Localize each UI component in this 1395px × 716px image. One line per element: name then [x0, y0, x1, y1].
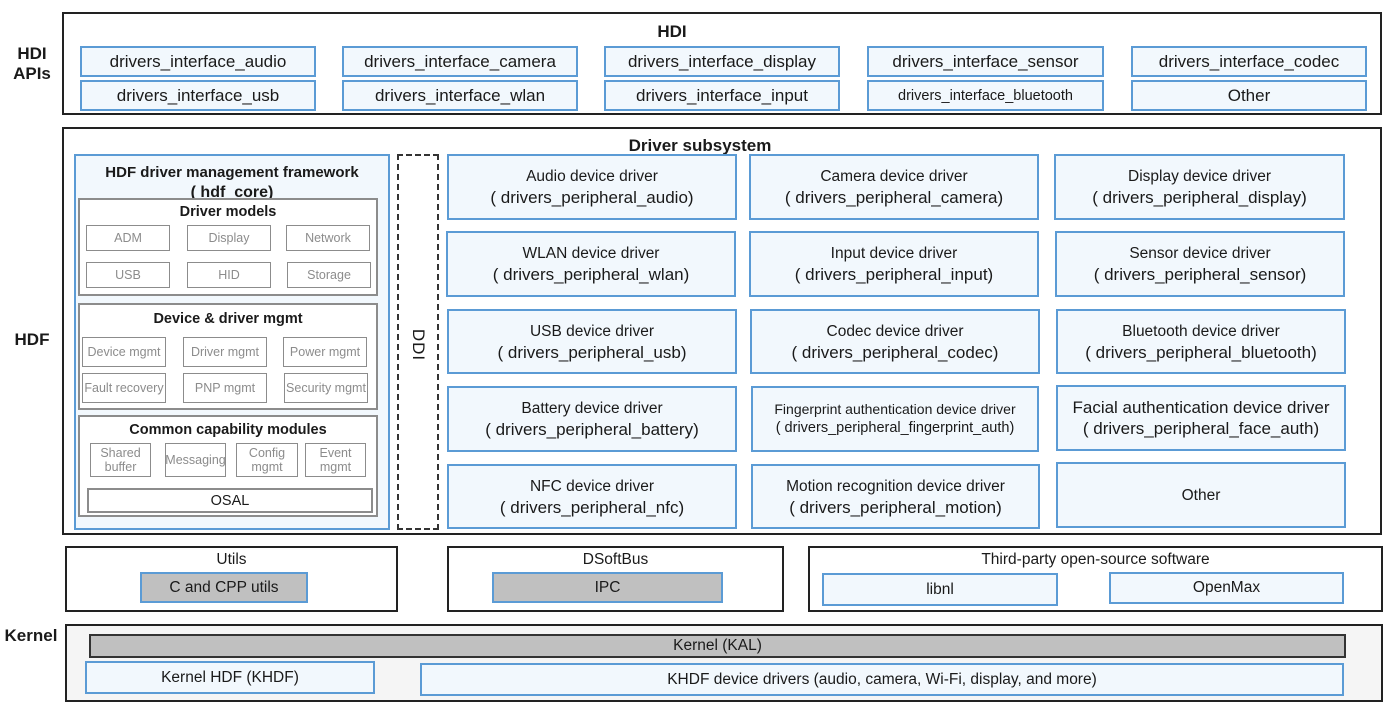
hdi-api-item: drivers_interface_sensor [867, 46, 1104, 77]
driver-box: Input device driver ( drivers_peripheral… [749, 231, 1039, 297]
hdi-api-item: drivers_interface_codec [1131, 46, 1367, 77]
driver-name: NFC device driver [529, 477, 655, 495]
driver-module: ( drivers_peripheral_battery) [485, 420, 699, 439]
driver-module: ( drivers_peripheral_wlan) [492, 265, 690, 284]
driver-module: ( drivers_peripheral_camera) [784, 188, 1004, 207]
hdi-api-item: drivers_interface_display [604, 46, 840, 77]
side-label-hdi-apis-line2: APIs [13, 64, 51, 83]
hdi-api-item: drivers_interface_wlan [342, 80, 578, 111]
driver-box: Facial authentication device driver ( dr… [1056, 385, 1346, 451]
hdf-framework-title-line1: HDF driver management framework [105, 164, 359, 181]
kernel-khdf-drivers: KHDF device drivers (audio, camera, Wi-F… [420, 663, 1344, 696]
mgmt-item: Power mgmt [283, 337, 367, 367]
driver-name: USB device driver [529, 322, 655, 340]
kernel-kal: Kernel (KAL) [89, 634, 1346, 658]
driver-box: Fingerprint authentication device driver… [751, 386, 1039, 452]
driver-model-item: Display [187, 225, 271, 251]
driver-box: Bluetooth device driver ( drivers_periph… [1056, 309, 1346, 374]
driver-name: Facial authentication device driver [1072, 398, 1330, 417]
driver-name: Input device driver [830, 245, 958, 262]
driver-box: Camera device driver ( drivers_periphera… [749, 154, 1039, 220]
mgmt-item: Driver mgmt [183, 337, 267, 367]
driver-name: Fingerprint authentication device driver [774, 401, 1016, 417]
capability-item: Messaging [165, 443, 226, 477]
driver-module: ( drivers_peripheral_motion) [789, 497, 1002, 517]
driver-module: ( drivers_peripheral_fingerprint_auth) [775, 420, 1015, 436]
hdi-api-item: drivers_interface_audio [80, 46, 316, 77]
hdi-api-item: drivers_interface_usb [80, 80, 316, 111]
driver-name: Codec device driver [826, 322, 964, 340]
driver-name: Other [1181, 486, 1221, 504]
hdi-api-item: Other [1131, 80, 1367, 111]
driver-box: Motion recognition device driver ( drive… [751, 464, 1040, 529]
driver-module: ( drivers_peripheral_display) [1092, 188, 1307, 207]
dsoftbus-item: IPC [492, 572, 723, 603]
third-party-item: libnl [822, 573, 1058, 606]
driver-box: Codec device driver ( drivers_peripheral… [750, 309, 1040, 374]
driver-model-item: Network [286, 225, 370, 251]
ddi-label-wrap: DDI [397, 328, 439, 362]
driver-name: Bluetooth device driver [1122, 322, 1280, 340]
driver-box-other: Other [1056, 462, 1346, 528]
driver-model-item: HID [187, 262, 271, 288]
hdf-framework-title: HDF driver management framework ( hdf_co… [76, 163, 388, 203]
utils-item: C and CPP utils [140, 572, 308, 603]
driver-name: Sensor device driver [1129, 245, 1271, 262]
driver-box: Audio device driver ( drivers_peripheral… [447, 154, 737, 220]
driver-model-item: USB [86, 262, 170, 288]
third-party-item: OpenMax [1109, 572, 1344, 604]
driver-models-title: Driver models [179, 204, 277, 220]
side-label-kernel: Kernel [4, 626, 58, 645]
driver-module: ( drivers_peripheral_sensor) [1093, 265, 1307, 284]
mgmt-item: Device mgmt [82, 337, 166, 367]
driver-module: ( drivers_peripheral_audio) [490, 188, 694, 207]
driver-module: ( drivers_peripheral_codec) [791, 342, 999, 362]
kernel-khdf: Kernel HDF (KHDF) [85, 661, 375, 694]
driver-name: Display device driver [1128, 168, 1271, 185]
driver-box: Display device driver ( drivers_peripher… [1054, 154, 1345, 220]
mgmt-item: Fault recovery [82, 373, 166, 403]
device-driver-mgmt-title: Device & driver mgmt [153, 311, 303, 327]
capability-item: Config mgmt [236, 443, 298, 477]
driver-name: Camera device driver [820, 168, 968, 185]
third-party-title: Third-party open-source software [981, 551, 1210, 568]
driver-name: Battery device driver [521, 400, 663, 417]
driver-name: Audio device driver [526, 168, 658, 185]
driver-box: USB device driver ( drivers_peripheral_u… [447, 309, 737, 374]
driver-module: ( drivers_peripheral_bluetooth) [1085, 342, 1317, 362]
mgmt-item: Security mgmt [284, 373, 368, 403]
side-label-hdf: HDF [14, 330, 50, 349]
driver-model-item: Storage [287, 262, 371, 288]
mgmt-item: PNP mgmt [183, 373, 267, 403]
driver-box: NFC device driver ( drivers_peripheral_n… [447, 464, 737, 529]
driver-name: Motion recognition device driver [786, 477, 1005, 495]
hdi-api-item: drivers_interface_camera [342, 46, 578, 77]
driver-module: ( drivers_peripheral_nfc) [499, 497, 685, 517]
hdi-api-item: drivers_interface_input [604, 80, 840, 111]
utils-title: Utils [216, 551, 247, 568]
capability-item: Event mgmt [305, 443, 366, 477]
driver-box: Sensor device driver ( drivers_periphera… [1055, 231, 1345, 297]
driver-box: Battery device driver ( drivers_peripher… [447, 386, 737, 452]
driver-module: ( drivers_peripheral_usb) [497, 342, 687, 362]
dsoftbus-title: DSoftBus [582, 551, 649, 568]
hdi-api-item: drivers_interface_bluetooth [867, 80, 1104, 111]
side-label-hdi-apis: HDI APIs [0, 44, 64, 84]
driver-module: ( drivers_peripheral_face_auth) [1082, 419, 1320, 438]
hdi-title: HDI [657, 22, 687, 41]
driver-module: ( drivers_peripheral_input) [794, 265, 994, 284]
driver-name: WLAN device driver [522, 245, 660, 262]
driver-model-item: ADM [86, 225, 170, 251]
common-capability-title: Common capability modules [129, 422, 327, 438]
driver-box: WLAN device driver ( drivers_peripheral_… [446, 231, 736, 297]
side-label-hdi-apis-line1: HDI [17, 44, 47, 63]
capability-item: Shared buffer [90, 443, 151, 477]
ddi-label: DDI [409, 328, 428, 362]
driver-subsystem-title: Driver subsystem [628, 136, 772, 155]
osal: OSAL [87, 488, 373, 513]
